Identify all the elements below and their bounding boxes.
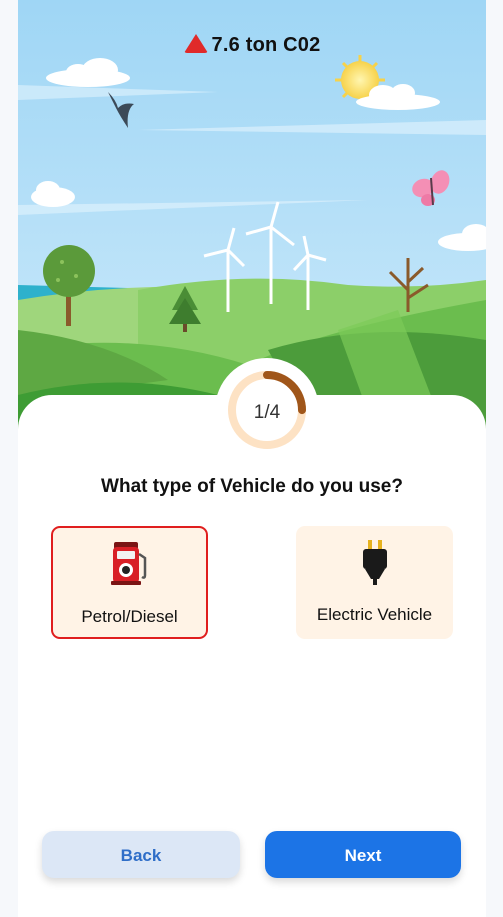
option-electric-vehicle[interactable]: Electric Vehicle [296, 526, 453, 639]
emission-value: 7.6 ton C02 [211, 34, 321, 56]
option-label: Petrol/Diesel [81, 607, 178, 626]
progress-indicator: 1/4 [215, 358, 319, 462]
progress-label: 1/4 [253, 402, 281, 423]
fuel-pump-icon [53, 540, 206, 586]
option-petrol-diesel[interactable]: Petrol/Diesel [51, 526, 208, 639]
question-text: What type of Vehicle do you use? [101, 476, 403, 497]
electric-plug-icon [296, 539, 453, 585]
option-label: Electric Vehicle [316, 605, 433, 624]
next-button[interactable]: Next [265, 831, 461, 878]
app-container: 7.6 ton C02 1/4 What type of Vehicle do … [18, 0, 486, 917]
emission-indicator: 7.6 ton C02 [18, 34, 486, 57]
back-button[interactable]: Back [42, 831, 240, 878]
warning-triangle-icon [183, 34, 208, 53]
